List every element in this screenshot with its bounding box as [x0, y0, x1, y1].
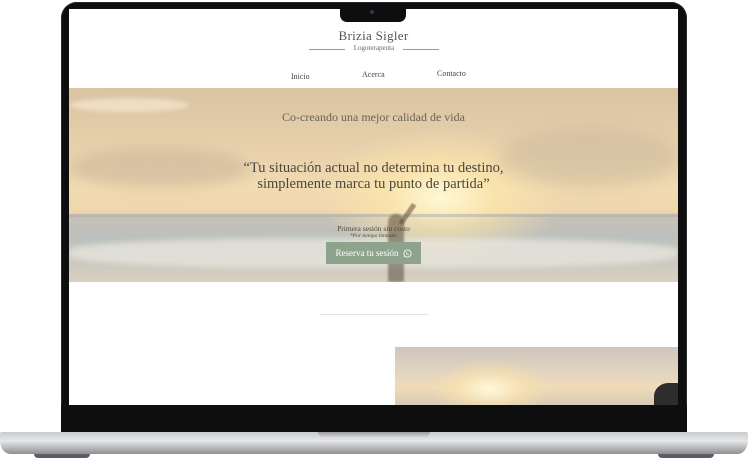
brand-subtitle: Logoterapeuta — [353, 44, 395, 52]
laptop-opening-notch — [318, 432, 430, 437]
rock-silhouette — [654, 383, 678, 405]
hero-quote: “Tu situación actual no determina tu des… — [69, 160, 678, 192]
laptop-foot-right — [658, 454, 714, 458]
person-silhouette — [380, 200, 417, 282]
camera-icon — [370, 10, 374, 14]
sunset-image — [395, 347, 678, 405]
book-session-button[interactable]: Reserva tu sesión — [326, 242, 421, 264]
sea-horizon — [69, 214, 678, 217]
brand-subtitle-block: Logoterapeuta — [309, 44, 439, 54]
hero-quote-line2: simplemente marca tu punto de partida” — [257, 176, 490, 192]
browser-screen: Brizia Sigler Logoterapeuta Inicio Acerc… — [69, 9, 678, 405]
subtitle-divider-right — [403, 49, 439, 50]
laptop-mockup: Brizia Sigler Logoterapeuta Inicio Acerc… — [0, 0, 748, 464]
section-divider — [320, 314, 428, 315]
free-session-note: *Por tiempo limitado — [349, 233, 398, 239]
nav-item-inicio[interactable]: Inicio — [291, 72, 310, 81]
hero-quote-line1: “Tu situación actual no determina tu des… — [243, 160, 504, 176]
free-session-text: Primera sesión sin costo — [337, 224, 410, 233]
nav-item-contacto[interactable]: Contacto — [437, 69, 466, 78]
nav-item-acerca[interactable]: Acerca — [362, 70, 385, 79]
subtitle-divider-left — [309, 49, 345, 50]
laptop-chin — [61, 405, 687, 434]
book-session-label: Reserva tu sesión — [335, 248, 399, 258]
brand-name[interactable]: Brizia Sigler — [69, 28, 678, 44]
hero-tagline: Co-creando una mejor calidad de vida — [282, 110, 465, 124]
laptop-foot-left — [34, 454, 90, 458]
camera-notch — [340, 6, 406, 22]
hero-banner: Co-creando una mejor calidad de vida “Tu… — [69, 88, 678, 282]
whatsapp-icon — [402, 248, 412, 258]
